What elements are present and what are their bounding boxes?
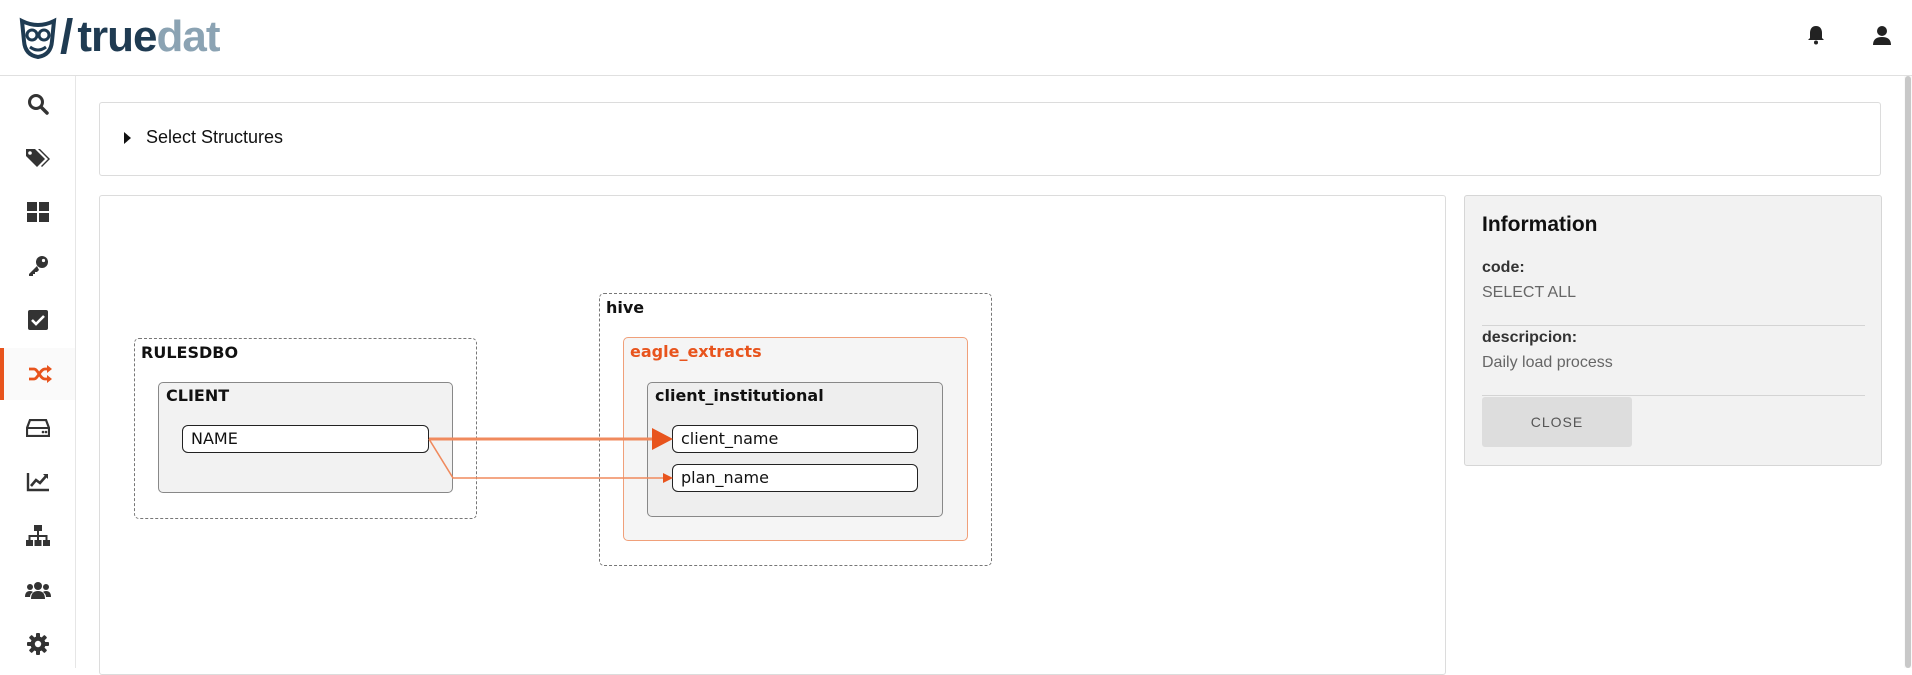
search-icon xyxy=(27,94,49,115)
descripcion-label: descripcion: xyxy=(1482,329,1578,346)
scrollbar-thumb[interactable] xyxy=(1905,76,1911,668)
sidebar-item-rules[interactable] xyxy=(0,294,75,346)
sidebar-item-hierarchy[interactable] xyxy=(0,510,75,562)
top-bar: / truedat xyxy=(0,0,1912,76)
sidebar-item-search[interactable] xyxy=(0,78,75,130)
sidebar-item-tags[interactable] xyxy=(0,132,75,184)
select-structures-panel[interactable]: Select Structures xyxy=(99,102,1881,176)
logo-slash: / xyxy=(60,10,74,64)
checkbox-icon xyxy=(27,310,48,330)
tags-icon xyxy=(25,149,50,167)
caret-right-icon[interactable] xyxy=(124,132,131,144)
descripcion-value: Daily load process xyxy=(1482,354,1613,371)
edge-arrowhead-plan-name xyxy=(663,473,673,483)
lineage-graph-panel: RULESDBO CLIENT NAME hive eagle_extracts… xyxy=(99,195,1446,675)
bell-icon[interactable] xyxy=(1805,24,1827,46)
sidebar-item-keys[interactable] xyxy=(0,240,75,292)
shuffle-icon xyxy=(28,365,52,383)
sidebar-item-users[interactable] xyxy=(0,564,75,616)
owl-logo-icon xyxy=(19,17,57,59)
info-divider xyxy=(1482,325,1865,326)
edge-name-to-plan-name[interactable] xyxy=(428,438,663,479)
code-value: SELECT ALL xyxy=(1482,284,1576,301)
logo-wordmark: truedat xyxy=(77,12,220,61)
key-icon xyxy=(28,256,48,276)
users-icon xyxy=(24,582,51,599)
information-title: Information xyxy=(1482,213,1598,236)
sidebar-item-settings[interactable] xyxy=(0,618,75,670)
dashboard-icon xyxy=(26,202,49,222)
user-icon[interactable] xyxy=(1871,24,1893,46)
chart-line-icon xyxy=(26,473,49,492)
truedat-logo[interactable]: / truedat xyxy=(18,10,220,64)
information-panel: Information code: SELECT ALL descripcion… xyxy=(1464,195,1882,466)
edge-arrowhead-client-name xyxy=(652,428,673,450)
sidebar-item-storage[interactable] xyxy=(0,402,75,454)
sidebar-item-charts[interactable] xyxy=(0,456,75,508)
gear-icon xyxy=(26,633,49,655)
sidebar xyxy=(0,76,76,668)
lineage-edges xyxy=(428,428,673,483)
page-scrollbar[interactable] xyxy=(1904,76,1912,668)
info-divider xyxy=(1482,395,1865,396)
code-label: code: xyxy=(1482,259,1525,276)
sidebar-item-dashboard[interactable] xyxy=(0,186,75,238)
hierarchy-icon xyxy=(25,525,50,546)
select-structures-title[interactable]: Select Structures xyxy=(146,127,283,148)
sidebar-item-lineage[interactable] xyxy=(0,348,75,400)
storage-icon xyxy=(25,419,50,437)
close-button[interactable]: CLOSE xyxy=(1482,397,1632,447)
